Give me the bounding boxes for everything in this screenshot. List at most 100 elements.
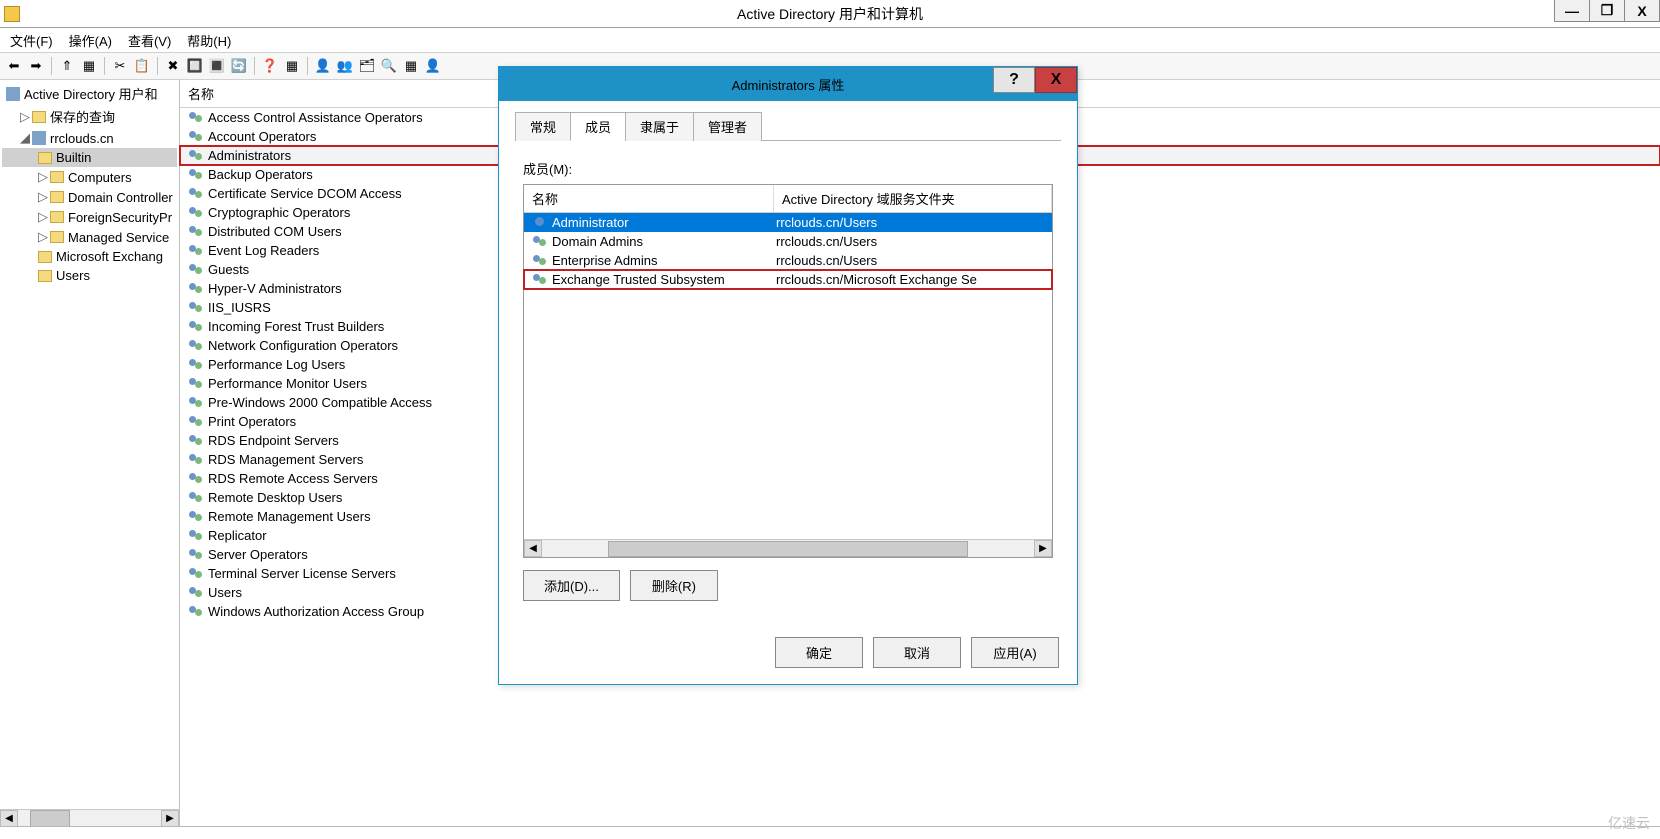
group-icon xyxy=(532,254,548,268)
ok-button[interactable]: 确定 xyxy=(775,637,863,668)
member-name: Domain Admins xyxy=(552,234,643,249)
tree-builtin[interactable]: Builtin xyxy=(2,148,177,167)
tree-foreign[interactable]: ▷ ForeignSecurityPr xyxy=(2,207,177,227)
find-icon[interactable]: ▦ xyxy=(401,56,421,76)
group-icon xyxy=(188,415,204,429)
member-row[interactable]: Exchange Trusted Subsystemrrclouds.cn/Mi… xyxy=(524,270,1052,289)
expand-icon[interactable]: ▷ xyxy=(38,169,50,185)
container-icon[interactable]: ▦ xyxy=(282,56,302,76)
member-folder: rrclouds.cn/Users xyxy=(774,253,1052,268)
members-horizontal-scrollbar[interactable]: ◀ ▶ xyxy=(524,539,1052,557)
scroll-thumb[interactable] xyxy=(608,541,968,557)
dialog-bottom-buttons: 确定 取消 应用(A) xyxy=(499,623,1077,684)
tree-label: Computers xyxy=(68,170,132,185)
group-icon xyxy=(188,206,204,220)
toolbar-separator xyxy=(254,57,255,75)
tree-managed[interactable]: ▷ Managed Service xyxy=(2,227,177,247)
scroll-right-icon[interactable]: ▶ xyxy=(161,810,179,827)
tab-managedby[interactable]: 管理者 xyxy=(693,112,762,141)
scroll-left-icon[interactable]: ◀ xyxy=(0,810,18,827)
scroll-left-icon[interactable]: ◀ xyxy=(524,540,542,557)
group-icon xyxy=(188,168,204,182)
add-to-group-icon[interactable]: 👤 xyxy=(423,56,443,76)
ad-root-icon xyxy=(6,87,20,101)
dialog-close-button[interactable]: X xyxy=(1035,67,1077,93)
new-user-icon[interactable]: 👤 xyxy=(313,56,333,76)
new-window-icon[interactable]: 🔳 xyxy=(207,56,227,76)
tab-general[interactable]: 常规 xyxy=(515,112,571,141)
folder-icon xyxy=(38,251,52,263)
toolbar-separator xyxy=(104,57,105,75)
list-item-label: RDS Endpoint Servers xyxy=(208,433,339,448)
group-icon xyxy=(188,244,204,258)
scroll-thumb[interactable] xyxy=(30,810,70,827)
member-row[interactable]: Enterprise Adminsrrclouds.cn/Users xyxy=(524,251,1052,270)
maximize-button[interactable]: ❐ xyxy=(1589,0,1625,22)
tree-users[interactable]: Users xyxy=(2,266,177,285)
tree-label: ForeignSecurityPr xyxy=(68,210,172,225)
list-item-label: Performance Monitor Users xyxy=(208,376,367,391)
up-icon[interactable]: ⇑ xyxy=(57,56,77,76)
apply-button[interactable]: 应用(A) xyxy=(971,637,1059,668)
forward-icon[interactable]: ➡ xyxy=(26,56,46,76)
refresh-icon[interactable]: 🔄 xyxy=(229,56,249,76)
expand-icon[interactable]: ▷ xyxy=(38,229,50,245)
dialog-help-button[interactable]: ? xyxy=(993,67,1035,93)
menu-view[interactable]: 查看(V) xyxy=(124,29,175,52)
tab-members[interactable]: 成员 xyxy=(570,112,626,141)
tree-horizontal-scrollbar[interactable]: ◀ ▶ xyxy=(0,809,179,827)
scroll-right-icon[interactable]: ▶ xyxy=(1034,540,1052,557)
cut-icon[interactable]: ✂ xyxy=(110,56,130,76)
menu-file[interactable]: 文件(F) xyxy=(6,29,57,52)
member-row[interactable]: Domain Adminsrrclouds.cn/Users xyxy=(524,232,1052,251)
tree-domain[interactable]: ◢ rrclouds.cn xyxy=(2,128,177,148)
menu-action[interactable]: 操作(A) xyxy=(65,29,116,52)
tab-memberof[interactable]: 隶属于 xyxy=(625,112,694,141)
expand-icon[interactable]: ▷ xyxy=(38,189,50,205)
tree-root[interactable]: Active Directory 用户和 xyxy=(2,82,177,105)
minimize-button[interactable]: — xyxy=(1554,0,1590,22)
folder-icon xyxy=(50,231,64,243)
group-icon xyxy=(532,235,548,249)
list-item-label: Guests xyxy=(208,262,249,277)
tree-computers[interactable]: ▷ Computers xyxy=(2,167,177,187)
expand-icon[interactable]: ▷ xyxy=(20,109,32,125)
folder-icon xyxy=(38,152,52,164)
help-icon[interactable]: ❓ xyxy=(260,56,280,76)
collapse-icon[interactable]: ◢ xyxy=(20,130,32,146)
tree-panel: Active Directory 用户和 ▷ 保存的查询 ◢ rrclouds.… xyxy=(0,80,180,827)
close-button[interactable]: X xyxy=(1624,0,1660,22)
new-group-icon[interactable]: 👥 xyxy=(335,56,355,76)
tree-saved-queries[interactable]: ▷ 保存的查询 xyxy=(2,105,177,128)
member-name: Exchange Trusted Subsystem xyxy=(552,272,725,287)
tree-label: Domain Controller xyxy=(68,190,173,205)
tree-label: 保存的查询 xyxy=(50,107,115,126)
tree-msexch[interactable]: Microsoft Exchang xyxy=(2,247,177,266)
show-hide-icon[interactable]: ▦ xyxy=(79,56,99,76)
col-name[interactable]: 名称 xyxy=(524,185,774,212)
add-button[interactable]: 添加(D)... xyxy=(523,570,620,601)
dialog-title-bar[interactable]: Administrators 属性 ? X xyxy=(499,67,1077,101)
folder-icon xyxy=(50,191,64,203)
expand-icon[interactable]: ▷ xyxy=(38,209,50,225)
delete-icon[interactable]: ✖ xyxy=(163,56,183,76)
copy-icon[interactable]: 📋 xyxy=(132,56,152,76)
title-bar: Active Directory 用户和计算机 — ❐ X xyxy=(0,0,1660,28)
list-item-label: Server Operators xyxy=(208,547,308,562)
menu-help[interactable]: 帮助(H) xyxy=(183,29,235,52)
cancel-button[interactable]: 取消 xyxy=(873,637,961,668)
group-icon xyxy=(188,567,204,581)
list-item-label: Replicator xyxy=(208,528,267,543)
tree-dc[interactable]: ▷ Domain Controller xyxy=(2,187,177,207)
remove-button[interactable]: 删除(R) xyxy=(630,570,718,601)
list-item-label: Administrators xyxy=(208,148,291,163)
col-folder[interactable]: Active Directory 域服务文件夹 xyxy=(774,185,1052,212)
filter-icon[interactable]: 🔍 xyxy=(379,56,399,76)
list-item-label: Windows Authorization Access Group xyxy=(208,604,424,619)
menu-bar: 文件(F) 操作(A) 查看(V) 帮助(H) xyxy=(0,28,1660,52)
member-row[interactable]: Administratorrrclouds.cn/Users xyxy=(524,213,1052,232)
new-ou-icon[interactable]: 🗂 xyxy=(357,56,377,76)
group-icon xyxy=(188,339,204,353)
properties-icon[interactable]: 🔲 xyxy=(185,56,205,76)
back-icon[interactable]: ⬅ xyxy=(4,56,24,76)
